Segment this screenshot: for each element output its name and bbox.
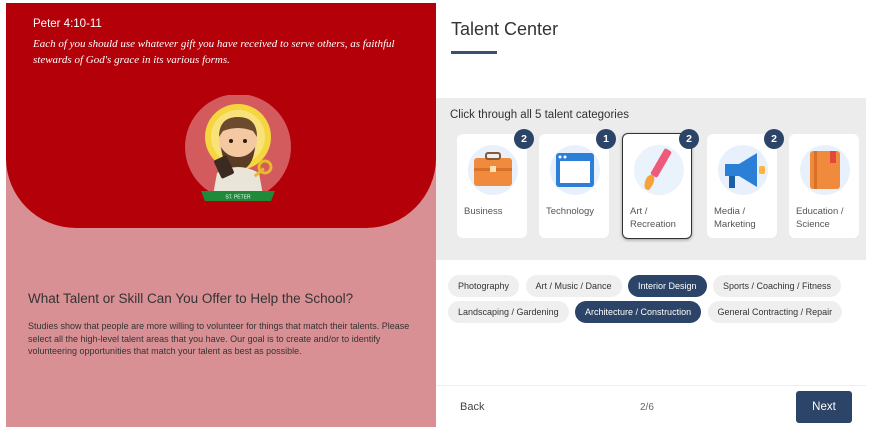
book-icon (800, 145, 850, 195)
chip-landscaping-gardening[interactable]: Landscaping / Gardening (448, 301, 569, 323)
category-count-badge: 1 (596, 129, 616, 149)
category-label: Art / Recreation (630, 206, 676, 230)
talent-center-panel: Talent Center Click through all 5 talent… (436, 3, 866, 427)
verse-text: Each of you should use whatever gift you… (33, 38, 395, 66)
chip-sports-coaching-fitness[interactable]: Sports / Coaching / Fitness (712, 275, 842, 297)
megaphone-icon (718, 145, 768, 195)
intro-heading: What Talent or Skill Can You Offer to He… (28, 291, 354, 306)
subcategory-chips: Photography Art / Music / Dance Interior… (448, 275, 858, 327)
saint-banner-text: ST. PETER (225, 195, 251, 201)
chip-interior-design[interactable]: Interior Design (627, 275, 707, 297)
category-label: Business (464, 206, 503, 217)
chip-general-contracting-repair[interactable]: General Contracting / Repair (707, 301, 843, 323)
next-button[interactable]: Next (796, 391, 852, 423)
category-card-business[interactable]: Business (457, 134, 527, 238)
verse-reference: Peter 4:10-11 (33, 18, 102, 30)
category-count-badge: 2 (679, 129, 699, 149)
category-card-technology[interactable]: Technology (539, 134, 609, 238)
categories-heading: Click through all 5 talent categories (450, 109, 629, 121)
category-card-media-marketing[interactable]: Media / Marketing (707, 134, 777, 238)
back-button[interactable]: Back (460, 401, 484, 413)
category-label: Media / Marketing (714, 206, 756, 230)
footer-divider (436, 385, 866, 386)
title-underline (451, 51, 497, 54)
chip-art-music-dance[interactable]: Art / Music / Dance (525, 275, 622, 297)
browser-window-icon (550, 145, 600, 195)
page-indicator: 2/6 (640, 402, 654, 413)
chip-architecture-construction[interactable]: Architecture / Construction (575, 301, 702, 323)
briefcase-icon (468, 145, 518, 195)
category-card-education-science[interactable]: Education / Science (789, 134, 859, 238)
verse-panel: Peter 4:10-11 Each of you should use wha… (6, 3, 436, 427)
chip-photography[interactable]: Photography (448, 275, 520, 297)
saint-peter-illustration: ST. PETER (185, 95, 291, 201)
paintbrush-icon (634, 145, 684, 195)
category-count-badge: 2 (514, 129, 534, 149)
page-title: Talent Center (451, 19, 559, 39)
intro-body: Studies show that people are more willin… (28, 321, 410, 357)
category-card-art-recreation[interactable]: Art / Recreation (622, 133, 692, 239)
category-label: Technology (546, 206, 595, 217)
category-label: Education / Science (796, 206, 844, 230)
category-count-badge: 2 (764, 129, 784, 149)
